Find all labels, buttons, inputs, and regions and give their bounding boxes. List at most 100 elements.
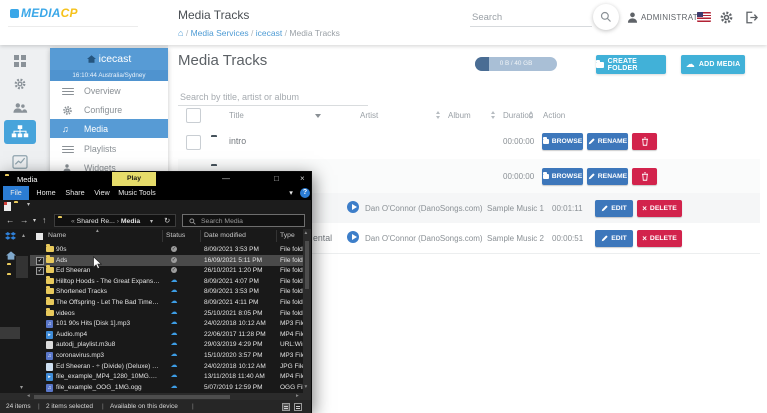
thumbnails-view-icon[interactable] [294, 403, 302, 411]
address-root[interactable]: Shared Re... [77, 218, 115, 225]
address-dropdown-icon[interactable]: ▾ [150, 218, 153, 225]
contextual-play-tab[interactable]: Play [112, 172, 156, 186]
menu-item-playlists[interactable]: Playlists [50, 139, 168, 158]
explorer-search-input[interactable] [199, 215, 303, 228]
gear-icon[interactable] [719, 10, 734, 25]
collapse-ribbon-icon[interactable]: ▾ [286, 186, 296, 200]
minimize-button[interactable]: — [222, 174, 230, 183]
users-icon[interactable] [12, 102, 28, 114]
sort-desc-icon[interactable] [315, 114, 321, 118]
browse-button[interactable]: BROWSE [542, 133, 583, 150]
pane-scroll-up-icon[interactable]: ▴ [22, 232, 25, 239]
file-row[interactable]: ♫ 101 90s Hits [Disk 1].mp3 ☁ 24/02/2018… [30, 318, 303, 329]
details-view-icon[interactable] [282, 403, 290, 411]
file-row-selected[interactable]: ✓ Ads ✓ 16/09/2021 5:11 PMFile folder [30, 255, 303, 266]
scroll-up-icon[interactable]: ▴ [305, 230, 308, 236]
pane-scroll-down-icon[interactable]: ▾ [20, 384, 23, 391]
add-media-button[interactable]: ☁ADD MEDIA [681, 55, 745, 74]
address-current[interactable]: Media [121, 218, 140, 225]
column-artist[interactable]: Artist [360, 111, 378, 120]
file-row[interactable]: ▸ Áudio.mp4 ☁ 22/06/2017 11:28 PMMP4 Fil… [30, 329, 303, 340]
maximize-button[interactable]: □ [274, 174, 279, 183]
column-name[interactable]: Name [48, 232, 66, 239]
close-button[interactable]: × [300, 174, 305, 183]
user-avatar-icon[interactable] [626, 11, 639, 24]
settings-gears-icon[interactable] [13, 77, 27, 91]
file-row[interactable]: ✓ Ed Sheeran ✓ 26/10/2021 1:20 PMFile fo… [30, 265, 303, 276]
column-status[interactable]: Status [166, 232, 185, 239]
language-flag-icon[interactable] [697, 12, 711, 22]
menu-item-media[interactable]: ♫ Media [50, 119, 168, 138]
scroll-left-icon[interactable]: ◂ [27, 393, 30, 399]
row-checkbox-checked[interactable]: ✓ [36, 257, 44, 265]
breadcrumb-media-services[interactable]: Media Services [191, 28, 249, 38]
breadcrumb-icecast[interactable]: icecast [256, 28, 282, 38]
column-type[interactable]: Type [280, 232, 295, 239]
column-title[interactable]: Title [229, 111, 244, 120]
delete-button[interactable]: ×DELETE [637, 200, 682, 217]
browse-button[interactable]: BROWSE [542, 168, 583, 185]
scroll-down-icon[interactable]: ▾ [305, 384, 308, 390]
file-row[interactable]: videos ☁ 25/10/2021 8:05 PMFile folder [30, 308, 303, 319]
table-row-folder-intro[interactable]: intro 00:00:00 BROWSE RENAME [178, 124, 760, 159]
dashboard-icon[interactable] [14, 55, 19, 60]
play-icon[interactable] [347, 231, 359, 243]
edit-button[interactable]: EDIT [595, 230, 633, 247]
row-checkbox[interactable] [186, 135, 201, 150]
edit-button[interactable]: EDIT [595, 200, 633, 217]
delete-folder-button[interactable] [632, 133, 657, 150]
create-folder-button[interactable]: CREATE FOLDER [596, 55, 666, 74]
file-row[interactable]: Ed Sheeran - ÷ (Divide) (Deluxe) (2017..… [30, 361, 303, 372]
logout-icon[interactable] [744, 10, 759, 25]
file-row[interactable]: 90s ✓ 8/09/2021 3:53 PMFile folder [30, 244, 303, 255]
sort-updown-icon[interactable] [491, 111, 496, 119]
select-all-checkbox[interactable] [186, 108, 201, 123]
file-row[interactable]: ♫ coronavirus.mp3 ☁ 15/10/2020 3:57 PMMP… [30, 350, 303, 361]
tab-home[interactable]: Home [33, 186, 59, 200]
home-icon[interactable]: ⌂ [178, 28, 183, 38]
dropbox-icon[interactable] [5, 232, 16, 242]
pane-scroll-thumb[interactable] [0, 327, 20, 339]
qat-dropdown-icon[interactable]: ▾ [27, 201, 30, 208]
services-active-tile[interactable] [4, 120, 36, 144]
file-row[interactable]: Shortened Tracks ☁ 8/09/2021 3:53 PMFile… [30, 286, 303, 297]
help-icon[interactable]: ? [300, 188, 310, 198]
app-logo[interactable]: MEDIACP [10, 6, 78, 20]
horizontal-scrollbar[interactable]: ◂ ▸ [0, 393, 311, 400]
reports-chart-icon[interactable] [12, 155, 28, 169]
rename-button[interactable]: RENAME [587, 168, 628, 185]
forward-icon[interactable]: → [20, 215, 29, 225]
vertical-scrollbar[interactable]: ▴ ▾ [303, 229, 311, 393]
file-row[interactable]: ♫ file_example_OOG_1MG.ogg ☁ 5/07/2019 1… [30, 382, 303, 393]
sort-updown-icon[interactable] [529, 111, 534, 119]
properties-icon[interactable] [4, 202, 11, 211]
up-icon[interactable]: ↑ [42, 215, 46, 225]
address-bar[interactable]: « Shared Re... › Media ▾ [54, 214, 176, 227]
recent-dropdown-icon[interactable]: ▾ [33, 217, 36, 224]
back-icon[interactable]: ← [6, 215, 15, 225]
file-row[interactable]: autodj_playlist.m3u8 ☁ 29/03/2019 4:29 P… [30, 339, 303, 350]
global-search-button[interactable] [593, 4, 619, 30]
delete-button[interactable]: ×DELETE [637, 230, 682, 247]
menu-item-configure[interactable]: Configure [50, 100, 168, 119]
scroll-right-icon[interactable]: ▸ [296, 393, 299, 399]
row-checkbox-checked[interactable]: ✓ [36, 267, 44, 275]
tab-music-tools[interactable]: Music Tools [116, 186, 158, 200]
sort-updown-icon[interactable] [436, 111, 441, 119]
menu-item-overview[interactable]: Overview [50, 81, 168, 100]
home-icon[interactable] [6, 251, 16, 260]
tab-file[interactable]: File [3, 186, 29, 200]
scroll-thumb[interactable] [34, 395, 230, 399]
file-row[interactable]: The Offspring - Let The Bad Times Roll..… [30, 297, 303, 308]
explorer-search-box[interactable] [182, 214, 305, 227]
file-row[interactable]: Hilltop Hoods - The Great Expanse (20...… [30, 276, 303, 287]
delete-folder-button[interactable] [632, 168, 657, 185]
play-icon[interactable] [347, 201, 359, 213]
file-row[interactable]: ▸ file_example_MP4_1280_10MG.mp4 ☁ 13/11… [30, 371, 303, 382]
rename-button[interactable]: RENAME [587, 133, 628, 150]
tab-share[interactable]: Share [62, 186, 88, 200]
column-album[interactable]: Album [448, 111, 471, 120]
header-checkbox[interactable] [36, 233, 43, 240]
scroll-thumb[interactable] [305, 241, 309, 289]
column-date-modified[interactable]: Date modified [204, 232, 246, 239]
